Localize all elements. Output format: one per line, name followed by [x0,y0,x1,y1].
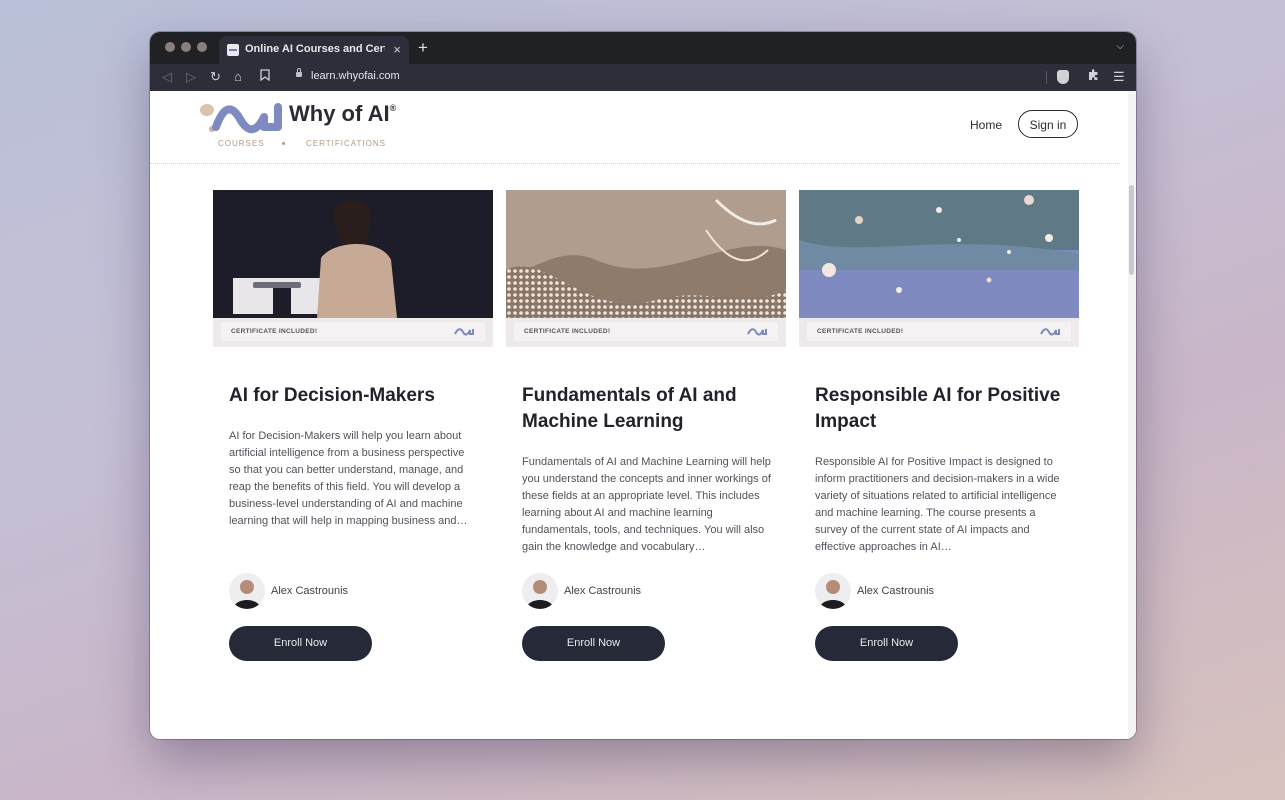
certificate-label: CERTIFICATE INCLUDED! [524,328,611,335]
why-of-ai-mini-logo-icon [747,328,767,336]
author-avatar [229,573,265,609]
minimize-window-button[interactable] [181,42,191,52]
certificate-label: CERTIFICATE INCLUDED! [817,328,904,335]
address-bar[interactable]: learn.whyofai.com [311,70,400,82]
home-icon[interactable]: ⌂ [234,69,242,84]
why-of-ai-mini-logo-icon [454,328,474,336]
certificate-banner: CERTIFICATE INCLUDED! [221,322,485,341]
subnav-separator [282,142,285,145]
page-viewport: Why of AI® COURSES CERTIFICATIONS Home S… [150,91,1136,739]
reload-icon[interactable]: ↻ [210,69,221,85]
page-scrollbar[interactable] [1128,91,1136,739]
extensions-puzzle-icon[interactable] [1087,69,1099,84]
brave-shield-icon[interactable] [1057,70,1069,84]
nav-courses[interactable]: COURSES [218,139,265,148]
course-card: CERTIFICATE INCLUDED! Fundamentals of AI… [506,190,786,661]
course-description: Fundamentals of AI and Machine Learning … [522,456,771,553]
close-window-button[interactable] [165,42,175,52]
header-divider [150,163,1120,164]
scrollbar-thumb[interactable] [1129,185,1134,275]
author-name: Alex Castrounis [271,585,349,597]
toolbar-divider [1046,71,1047,84]
course-card: CERTIFICATE INCLUDED! AI for Decision-Ma… [213,190,493,661]
certificate-banner: CERTIFICATE INCLUDED! [514,322,778,341]
certificate-banner: CERTIFICATE INCLUDED! [807,322,1071,341]
nav-home-link[interactable]: Home [970,118,1002,132]
brand-text: Why of AI [289,101,390,126]
certificate-label: CERTIFICATE INCLUDED! [231,328,318,335]
bookmark-icon[interactable] [260,69,270,84]
nav-certifications[interactable]: CERTIFICATIONS [306,139,386,148]
author-portrait-art [229,573,265,609]
course-description: Responsible AI for Positive Impact is de… [815,456,1060,553]
author-portrait-art [815,573,851,609]
brand-name[interactable]: Why of AI® [289,101,396,127]
lock-icon[interactable] [296,68,302,77]
course-card: CERTIFICATE INCLUDED! Responsible AI for… [799,190,1079,661]
course-image[interactable]: CERTIFICATE INCLUDED! [213,190,493,347]
tab-title: Online AI Courses and Certifica [245,43,385,55]
site-favicon-icon [227,44,239,56]
registered-mark: ® [389,102,397,113]
why-of-ai-logo-icon[interactable] [198,97,282,137]
browser-tab[interactable]: Online AI Courses and Certifica × [219,36,409,64]
course-image[interactable]: CERTIFICATE INCLUDED! [506,190,786,347]
course-title[interactable]: AI for Decision-Makers [229,383,479,409]
browser-window: Online AI Courses and Certifica × + ⌵ ◁ … [150,32,1136,739]
author-avatar [815,573,851,609]
author-avatar [522,573,558,609]
back-icon[interactable]: ◁ [162,69,172,85]
author-name: Alex Castrounis [564,585,642,597]
course-description: AI for Decision-Makers will help you lea… [229,430,468,527]
why-of-ai-mini-logo-icon [1040,328,1060,336]
enroll-now-button[interactable]: Enroll Now [815,626,958,661]
title-bar: Online AI Courses and Certifica × + ⌵ [150,32,1136,64]
tab-close-icon[interactable]: × [393,42,401,57]
course-image[interactable]: CERTIFICATE INCLUDED! [799,190,1079,347]
course-title[interactable]: Fundamentals of AI and Machine Learning [522,383,772,435]
tab-search-chevron-icon[interactable]: ⌵ [1116,41,1124,52]
new-tab-button[interactable]: + [418,38,428,58]
browser-toolbar: ◁ ▷ ↻ ⌂ learn.whyofai.com ☰ [150,64,1136,91]
enroll-now-button[interactable]: Enroll Now [522,626,665,661]
author-portrait-art [522,573,558,609]
author-name: Alex Castrounis [857,585,935,597]
forward-icon[interactable]: ▷ [186,69,196,85]
enroll-now-button[interactable]: Enroll Now [229,626,372,661]
maximize-window-button[interactable] [197,42,207,52]
course-title[interactable]: Responsible AI for Positive Impact [815,383,1065,435]
menu-icon[interactable]: ☰ [1113,69,1125,85]
sign-in-button[interactable]: Sign in [1018,110,1078,138]
